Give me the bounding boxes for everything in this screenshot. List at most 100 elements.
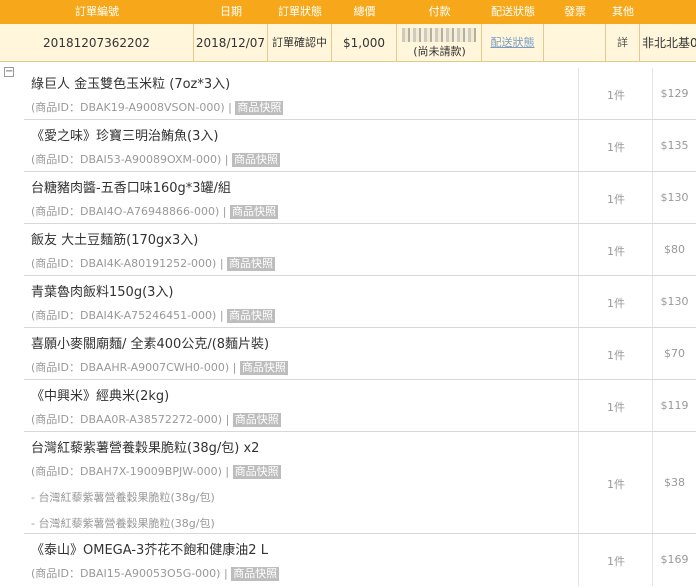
- item-id-line: (商品ID：DBAH7X-19009BPJW-000) | 商品快照: [31, 465, 281, 479]
- item-price-cell: $130: [653, 276, 696, 327]
- item-price: $38: [664, 476, 685, 489]
- item-price-cell: $129: [653, 68, 696, 119]
- snapshot-link[interactable]: 商品快照: [232, 465, 281, 479]
- payment-note: (尚未請款): [413, 45, 466, 58]
- item-qty-cell: 1件: [579, 120, 653, 171]
- item-name: 《泰山》OMEGA-3芥花不飽和健康油2 L: [31, 543, 268, 558]
- item-name: 台灣紅藜紫薯營養穀果脆粒(38g/包) x2: [31, 441, 260, 456]
- order-number: 20181207362202: [0, 24, 194, 62]
- item-price: $130: [660, 295, 689, 308]
- item-id-line: (商品ID：DBAI53-A90089OXM-000) | 商品快照: [31, 153, 280, 167]
- item-name: 綠巨人 金玉雙色玉米粒 (7oz*3入): [31, 77, 231, 92]
- item-info: 飯友 大土豆麵筋(170gx3入) (商品ID：DBAI4K-A80191252…: [24, 224, 579, 275]
- redacted-payment-mosaic: [402, 28, 476, 42]
- item-name: 《愛之味》珍寶三明治鮪魚(3入): [31, 129, 219, 144]
- item-price: $169: [660, 553, 689, 566]
- column-header-row: 訂單編號 日期 訂單狀態 總價 付款 配送狀態 發票 其他: [0, 0, 696, 24]
- column-order-number: 訂單編號: [75, 5, 119, 18]
- order-total: $1,000: [332, 24, 397, 62]
- item-name: 青葉魯肉飯料150g(3入): [31, 285, 174, 300]
- invoice-cell: [544, 24, 606, 62]
- order-items-list: 綠巨人 金玉雙色玉米粒 (7oz*3入) (商品ID：DBAK19-A9008V…: [24, 68, 696, 586]
- item-qty-cell: 1件: [579, 380, 653, 431]
- list-item: 台糖豬肉醬-五香口味160g*3罐/組 (商品ID：DBAI4O-A769488…: [24, 172, 696, 224]
- item-id: (商品ID：DBAI15-A90053O5G-000): [31, 567, 221, 580]
- list-item: 台灣紅藜紫薯營養穀果脆粒(38g/包) x2 (商品ID：DBAH7X-1900…: [24, 432, 696, 534]
- list-item: 《愛之味》珍寶三明治鮪魚(3入) (商品ID：DBAI53-A90089OXM-…: [24, 120, 696, 172]
- payment-cell: (尚未請款): [397, 24, 482, 62]
- item-qty: 1件: [607, 478, 625, 491]
- item-name: 喜願小麥關廟麵/ 全素400公克/(8麵片裝): [31, 337, 270, 352]
- list-item: 綠巨人 金玉雙色玉米粒 (7oz*3入) (商品ID：DBAK19-A9008V…: [24, 68, 696, 120]
- list-item: 《中興米》經典米(2kg) (商品ID：DBAA0R-A38572272-000…: [24, 380, 696, 432]
- order-date: 2018/12/07: [194, 24, 268, 62]
- item-id-line: (商品ID：DBAI4K-A75246451-000) | 商品快照: [31, 309, 276, 323]
- column-other: 其他: [612, 5, 634, 18]
- item-id: (商品ID：DBAAHR-A9007CWH0-000): [31, 361, 230, 374]
- list-item: 喜願小麥關廟麵/ 全素400公克/(8麵片裝) (商品ID：DBAAHR-A90…: [24, 328, 696, 380]
- item-price-cell: $130: [653, 172, 696, 223]
- item-name: 《中興米》經典米(2kg): [31, 389, 170, 404]
- snapshot-link[interactable]: 商品快照: [235, 101, 284, 115]
- list-item: 《泰山》OMEGA-3芥花不飽和健康油2 L (商品ID：DBAI15-A900…: [24, 534, 696, 586]
- item-qty: 1件: [607, 141, 625, 154]
- snapshot-link[interactable]: 商品快照: [229, 205, 278, 219]
- item-qty-cell: 1件: [579, 68, 653, 119]
- item-price: $70: [664, 347, 685, 360]
- item-info: 綠巨人 金玉雙色玉米粒 (7oz*3入) (商品ID：DBAK19-A9008V…: [24, 68, 579, 119]
- snapshot-link[interactable]: 商品快照: [231, 153, 280, 167]
- item-price-cell: $135: [653, 120, 696, 171]
- item-id-line: (商品ID：DBAA0R-A38572272-000) | 商品快照: [31, 413, 281, 427]
- item-price-cell: $38: [653, 432, 696, 533]
- item-id-line: (商品ID：DBAAHR-A9007CWH0-000) | 商品快照: [31, 361, 288, 375]
- item-price: $130: [660, 191, 689, 204]
- other-details-link[interactable]: 詳: [606, 24, 640, 62]
- column-delivery: 配送狀態: [491, 5, 535, 18]
- snapshot-link[interactable]: 商品快照: [227, 257, 276, 271]
- item-info: 《泰山》OMEGA-3芥花不飽和健康油2 L (商品ID：DBAI15-A900…: [24, 534, 579, 586]
- snapshot-link[interactable]: 商品快照: [231, 567, 280, 581]
- item-id: (商品ID：DBAI4K-A75246451-000): [31, 309, 217, 322]
- collapse-toggle-icon[interactable]: −: [4, 67, 14, 77]
- delivery-status-link[interactable]: 配送狀態: [482, 24, 544, 62]
- snapshot-link[interactable]: 商品快照: [239, 361, 288, 375]
- item-name: 飯友 大土豆麵筋(170gx3入): [31, 233, 199, 248]
- item-id: (商品ID：DBAK19-A9008VSON-000): [31, 101, 225, 114]
- item-id: (商品ID：DBAI4K-A80191252-000): [31, 257, 217, 270]
- item-price: $135: [660, 139, 689, 152]
- order-status: 訂單確認中: [268, 24, 332, 62]
- item-id-line: (商品ID：DBAI4O-A76948866-000) | 商品快照: [31, 205, 278, 219]
- item-price-cell: $70: [653, 328, 696, 379]
- item-qty: 1件: [607, 555, 625, 568]
- item-qty: 1件: [607, 245, 625, 258]
- item-qty: 1件: [607, 297, 625, 310]
- item-id-line: (商品ID：DBAI15-A90053O5G-000) | 商品快照: [31, 567, 280, 581]
- item-qty-cell: 1件: [579, 276, 653, 327]
- item-info: 《愛之味》珍寶三明治鮪魚(3入) (商品ID：DBAI53-A90089OXM-…: [24, 120, 579, 171]
- item-qty-cell: 1件: [579, 432, 653, 533]
- column-payment: 付款: [428, 5, 451, 18]
- item-price: $80: [664, 243, 685, 256]
- item-price-cell: $80: [653, 224, 696, 275]
- bundle-sub-item: - 台灣紅藜紫薯營養穀果脆粒(38g/包): [31, 517, 215, 530]
- item-id: (商品ID：DBAH7X-19009BPJW-000): [31, 465, 222, 478]
- snapshot-link[interactable]: 商品快照: [227, 309, 276, 323]
- item-qty-cell: 1件: [579, 534, 653, 586]
- order-summary-row: 20181207362202 2018/12/07 訂單確認中 $1,000 (…: [0, 24, 696, 62]
- item-info: 《中興米》經典米(2kg) (商品ID：DBAA0R-A38572272-000…: [24, 380, 579, 431]
- item-price-cell: $119: [653, 380, 696, 431]
- column-total: 總價: [353, 5, 376, 18]
- list-item: 飯友 大土豆麵筋(170gx3入) (商品ID：DBAI4K-A80191252…: [24, 224, 696, 276]
- item-id: (商品ID：DBAI53-A90089OXM-000): [31, 153, 222, 166]
- item-info: 台糖豬肉醬-五香口味160g*3罐/組 (商品ID：DBAI4O-A769488…: [24, 172, 579, 223]
- item-name: 台糖豬肉醬-五香口味160g*3罐/組: [31, 181, 231, 196]
- snapshot-link[interactable]: 商品快照: [232, 413, 281, 427]
- list-item: 青葉魯肉飯料150g(3入) (商品ID：DBAI4K-A75246451-00…: [24, 276, 696, 328]
- item-qty-cell: 1件: [579, 224, 653, 275]
- column-invoice: 發票: [564, 5, 586, 18]
- item-price-cell: $169: [653, 534, 696, 586]
- column-date: 日期: [220, 5, 242, 18]
- order-table-header: 訂單編號 日期 訂單狀態 總價 付款 配送狀態 發票 其他 2018120736…: [0, 0, 696, 62]
- bundle-sub-item: - 台灣紅藜紫薯營養穀果脆粒(38g/包): [31, 491, 215, 504]
- item-qty-cell: 1件: [579, 172, 653, 223]
